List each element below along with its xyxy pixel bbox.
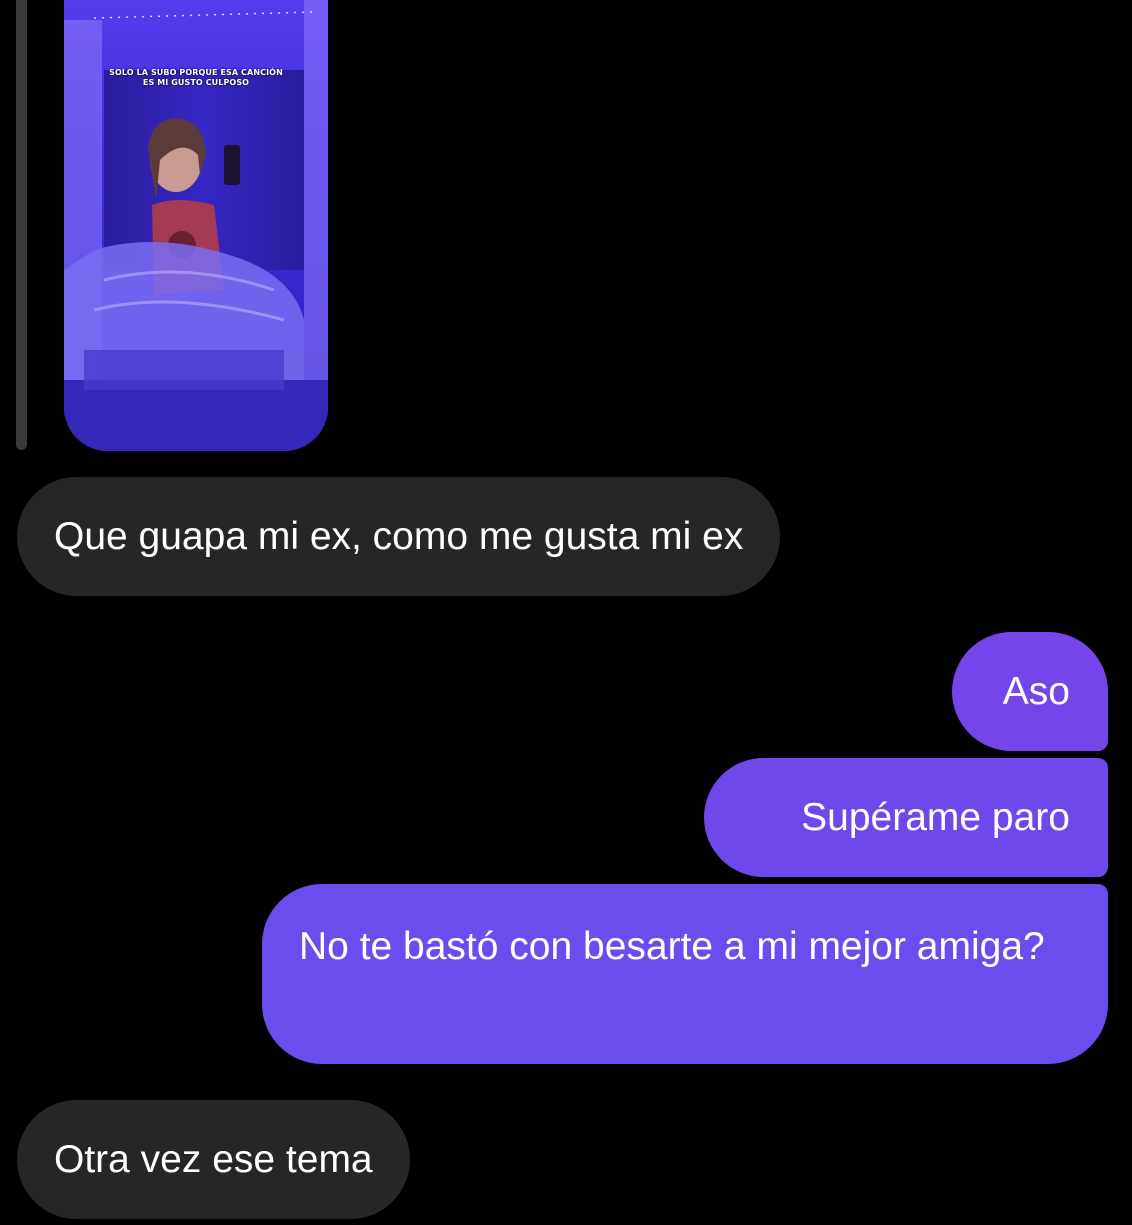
story-reply-thumbnail[interactable]: SOLO LA SUBO PORQUE ESA CANCIÓN ES MI GU…	[64, 0, 328, 451]
message-bubble-incoming[interactable]: Que guapa mi ex, como me gusta mi ex	[17, 477, 781, 596]
message-bubble-incoming[interactable]: Otra vez ese tema	[17, 1100, 410, 1219]
story-caption-line-2: ES MI GUSTO CULPOSO	[142, 78, 250, 87]
message-bubble-outgoing[interactable]: No te bastó con besarte a mi mejor amiga…	[262, 884, 1108, 1064]
story-caption-line-1: SOLO LA SUBO PORQUE ESA CANCIÓN	[109, 68, 283, 77]
message-bubble-outgoing[interactable]: Aso	[952, 632, 1108, 751]
story-caption: SOLO LA SUBO PORQUE ESA CANCIÓN ES MI GU…	[64, 68, 328, 88]
reply-indicator-bar	[16, 0, 27, 450]
message-bubble-outgoing[interactable]: Supérame paro	[704, 758, 1108, 877]
